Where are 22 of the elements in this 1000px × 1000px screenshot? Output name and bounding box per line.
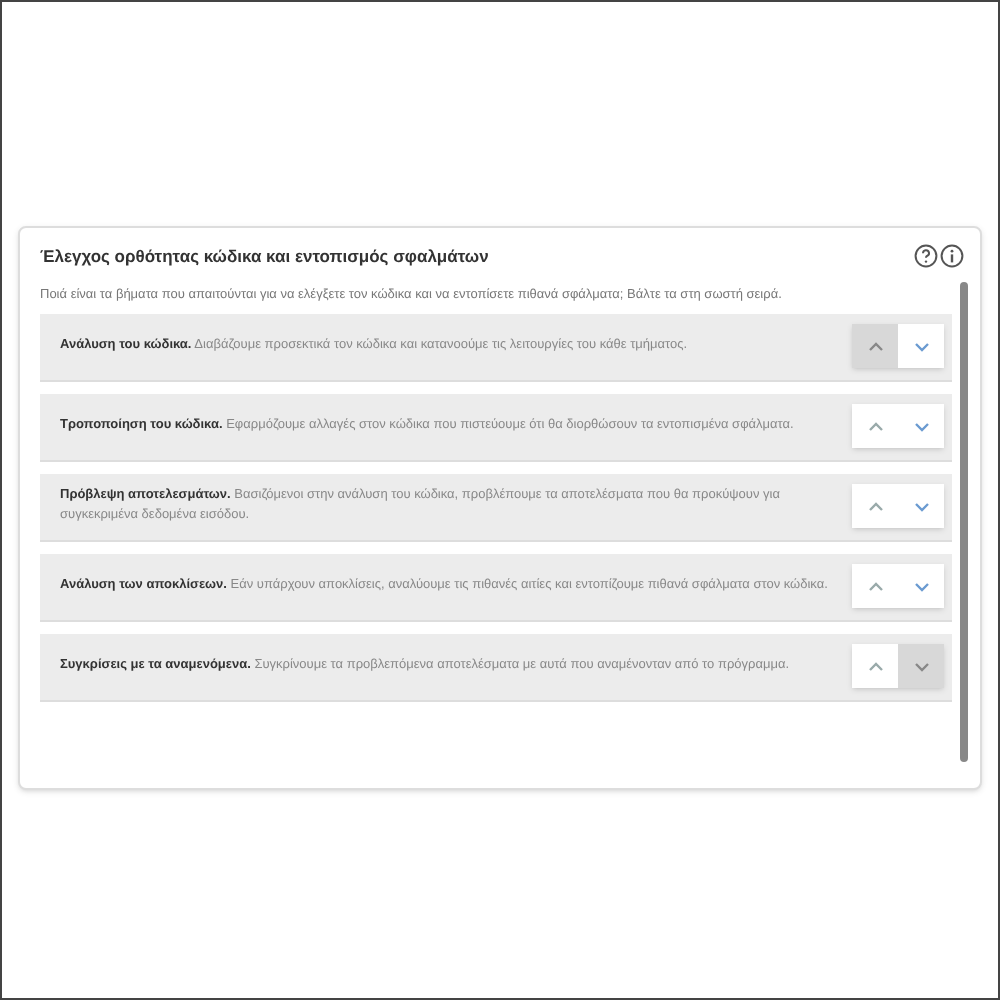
info-icon[interactable] (940, 244, 964, 269)
move-up-button[interactable] (852, 644, 898, 689)
chevron-up-icon (867, 341, 883, 352)
move-down-button[interactable] (898, 404, 944, 449)
move-down-button[interactable] (898, 324, 944, 369)
move-up-button[interactable] (852, 564, 898, 609)
help-icon[interactable] (914, 244, 938, 269)
scrollbar[interactable] (960, 281, 968, 762)
chevron-down-icon (913, 501, 929, 512)
move-up-button[interactable] (852, 484, 898, 529)
chevron-down-icon (913, 341, 929, 352)
chevron-down-icon (913, 581, 929, 592)
chevron-up-icon (867, 501, 883, 512)
chevron-down-icon (913, 661, 929, 672)
chevron-down-icon (913, 421, 929, 432)
card-title: Έλεγχος ορθότητας κώδικα και εντοπισμός σφαλμάτων (40, 244, 489, 270)
move-up-button[interactable] (852, 404, 898, 449)
chevron-up-icon (867, 421, 883, 432)
move-down-button[interactable] (898, 484, 944, 529)
chevron-up-icon (867, 661, 883, 672)
move-down-button[interactable] (898, 564, 944, 609)
chevron-up-icon (867, 581, 883, 592)
